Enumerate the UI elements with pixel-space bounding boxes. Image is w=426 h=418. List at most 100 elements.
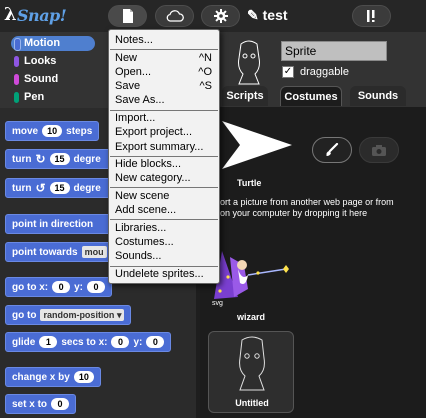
menu-item-label: Open... <box>115 66 152 78</box>
block-text: degre <box>73 153 101 165</box>
block-text: move <box>12 125 39 137</box>
menu-item-new-scene[interactable]: New scene <box>115 189 215 203</box>
menu-item-hide-blocks[interactable]: Hide blocks... <box>115 157 215 171</box>
rotate-clockwise-icon: ↻ <box>35 152 46 166</box>
block-text: y: <box>133 336 143 348</box>
cloud-button[interactable] <box>155 5 194 27</box>
menu-item-label: Hide blocks... <box>115 158 182 170</box>
block-move[interactable]: move 10 steps <box>5 121 100 141</box>
menu-separator <box>110 49 218 50</box>
tab-scripts[interactable]: Scripts <box>222 86 268 106</box>
wizard-costume-label: wizard <box>237 312 266 322</box>
sprite-name-input[interactable]: Sprite <box>281 41 387 61</box>
menu-item-label: Save <box>115 80 141 92</box>
menu-item-undelete-sprites[interactable]: Undelete sprites... <box>115 267 215 281</box>
block-go-to-xy[interactable]: go to x: 0 y: 0 <box>5 277 113 297</box>
draggable-label: draggable <box>300 66 349 78</box>
menu-separator <box>110 187 218 188</box>
draggable-checkbox[interactable]: ✓ <box>282 66 294 78</box>
menu-item-label: Undelete sprites... <box>115 268 204 280</box>
menu-item-shortcut: ^O <box>198 66 212 78</box>
block-glide[interactable]: glide 1 secs to x: 0 y: 0 <box>5 332 172 352</box>
block-text: secs to x: <box>61 336 108 348</box>
logo-lambda: λ <box>4 4 17 25</box>
block-text: go to <box>12 309 37 321</box>
camera-costume-button[interactable] <box>359 137 399 163</box>
number-slot[interactable]: 15 <box>49 153 70 165</box>
number-slot[interactable]: 0 <box>51 398 70 410</box>
menu-item-label: Export summary... <box>115 141 204 153</box>
costumes-pane: Turtle ort a picture from another web pa… <box>200 107 426 418</box>
menu-item-label: Libraries... <box>115 222 167 234</box>
block-text: set x to <box>12 398 48 410</box>
wizard-costume-icon[interactable] <box>208 247 298 307</box>
category-looks[interactable]: Looks <box>11 54 95 69</box>
project-title: ✎ test <box>247 7 288 23</box>
menu-item-notes[interactable]: Notes... <box>115 33 215 47</box>
tab-costumes[interactable]: Costumes <box>280 86 342 106</box>
block-text: glide <box>12 336 36 348</box>
untitled-costume[interactable]: Untitled <box>208 331 294 413</box>
menu-item-export-summary[interactable]: Export summary... <box>115 140 215 154</box>
y-slot[interactable]: 0 <box>87 281 106 293</box>
menu-separator <box>110 219 218 220</box>
towards-dropdown[interactable]: mou <box>81 246 107 258</box>
menu-item-export-project[interactable]: Export project... <box>115 125 215 139</box>
menu-item-label: New category... <box>115 172 191 184</box>
menu-item-shortcut: ^N <box>198 52 212 64</box>
number-slot[interactable]: 15 <box>49 182 70 194</box>
menu-item-save[interactable]: Save ^S <box>115 79 215 93</box>
menu-item-label: Save As... <box>115 94 165 106</box>
block-text: go to x: <box>12 281 49 293</box>
block-go-to[interactable]: go to random-position ▾ <box>5 305 132 325</box>
secs-slot[interactable]: 1 <box>39 336 58 348</box>
rotate-counterclockwise-icon: ↺ <box>35 181 46 195</box>
menu-item-label: Costumes... <box>115 236 174 248</box>
block-text: y: <box>74 281 84 293</box>
turtle-costume-icon[interactable] <box>218 117 294 173</box>
dropdown-value: random-position <box>43 310 115 320</box>
number-slot[interactable]: 10 <box>73 371 94 383</box>
goto-target-dropdown[interactable]: random-position ▾ <box>40 309 125 321</box>
menu-item-sounds[interactable]: Sounds... <box>115 249 215 263</box>
category-pen[interactable]: Pen <box>11 90 95 105</box>
block-change-x[interactable]: change x by 10 <box>5 367 101 387</box>
untitled-costume-label: Untitled <box>235 398 269 408</box>
stage-size-icon <box>366 10 374 22</box>
category-selector: Motion Looks Sound Pen <box>0 32 108 108</box>
menu-item-costumes[interactable]: Costumes... <box>115 235 215 249</box>
paint-new-costume-button[interactable] <box>312 137 352 163</box>
menu-item-open[interactable]: Open... ^O <box>115 65 215 79</box>
file-menu-button[interactable] <box>108 5 147 27</box>
sprite-thumbnail[interactable] <box>229 38 269 86</box>
settings-button[interactable] <box>201 5 240 27</box>
camera-icon <box>372 144 386 156</box>
block-text: point in direction <box>12 218 94 230</box>
logo-name: Snap! <box>17 6 67 25</box>
stage-size-button[interactable] <box>352 5 391 27</box>
cloud-icon <box>166 10 184 22</box>
menu-item-new-category[interactable]: New category... <box>115 171 215 185</box>
block-text: change x by <box>12 371 70 383</box>
menu-item-libraries[interactable]: Libraries... <box>115 221 215 235</box>
block-text: degre <box>73 182 101 194</box>
untitled-costume-thumbnail <box>239 336 265 391</box>
menu-item-save-as[interactable]: Save As... <box>115 93 215 107</box>
number-slot[interactable]: 10 <box>42 125 63 137</box>
x-slot[interactable]: 0 <box>111 336 130 348</box>
import-hint-text: ort a picture from another web page or f… <box>220 197 394 218</box>
menu-item-label: Export project... <box>115 126 193 138</box>
block-set-x[interactable]: set x to 0 <box>5 394 77 414</box>
category-sound[interactable]: Sound <box>11 72 95 87</box>
y-slot[interactable]: 0 <box>146 336 165 348</box>
menu-item-new[interactable]: New ^N <box>115 51 215 65</box>
x-slot[interactable]: 0 <box>52 281 71 293</box>
menu-item-add-scene[interactable]: Add scene... <box>115 203 215 217</box>
file-menu: Notes... New ^N Open... ^O Save ^S Save As.… <box>108 29 220 284</box>
menu-item-shortcut: ^S <box>199 80 213 92</box>
top-bar: λ Snap! ✎ test <box>0 0 426 32</box>
category-motion[interactable]: Motion <box>11 36 95 51</box>
turtle-costume-label: Turtle <box>237 178 262 188</box>
tab-sounds[interactable]: Sounds <box>350 86 406 106</box>
menu-item-import[interactable]: Import... <box>115 111 215 125</box>
